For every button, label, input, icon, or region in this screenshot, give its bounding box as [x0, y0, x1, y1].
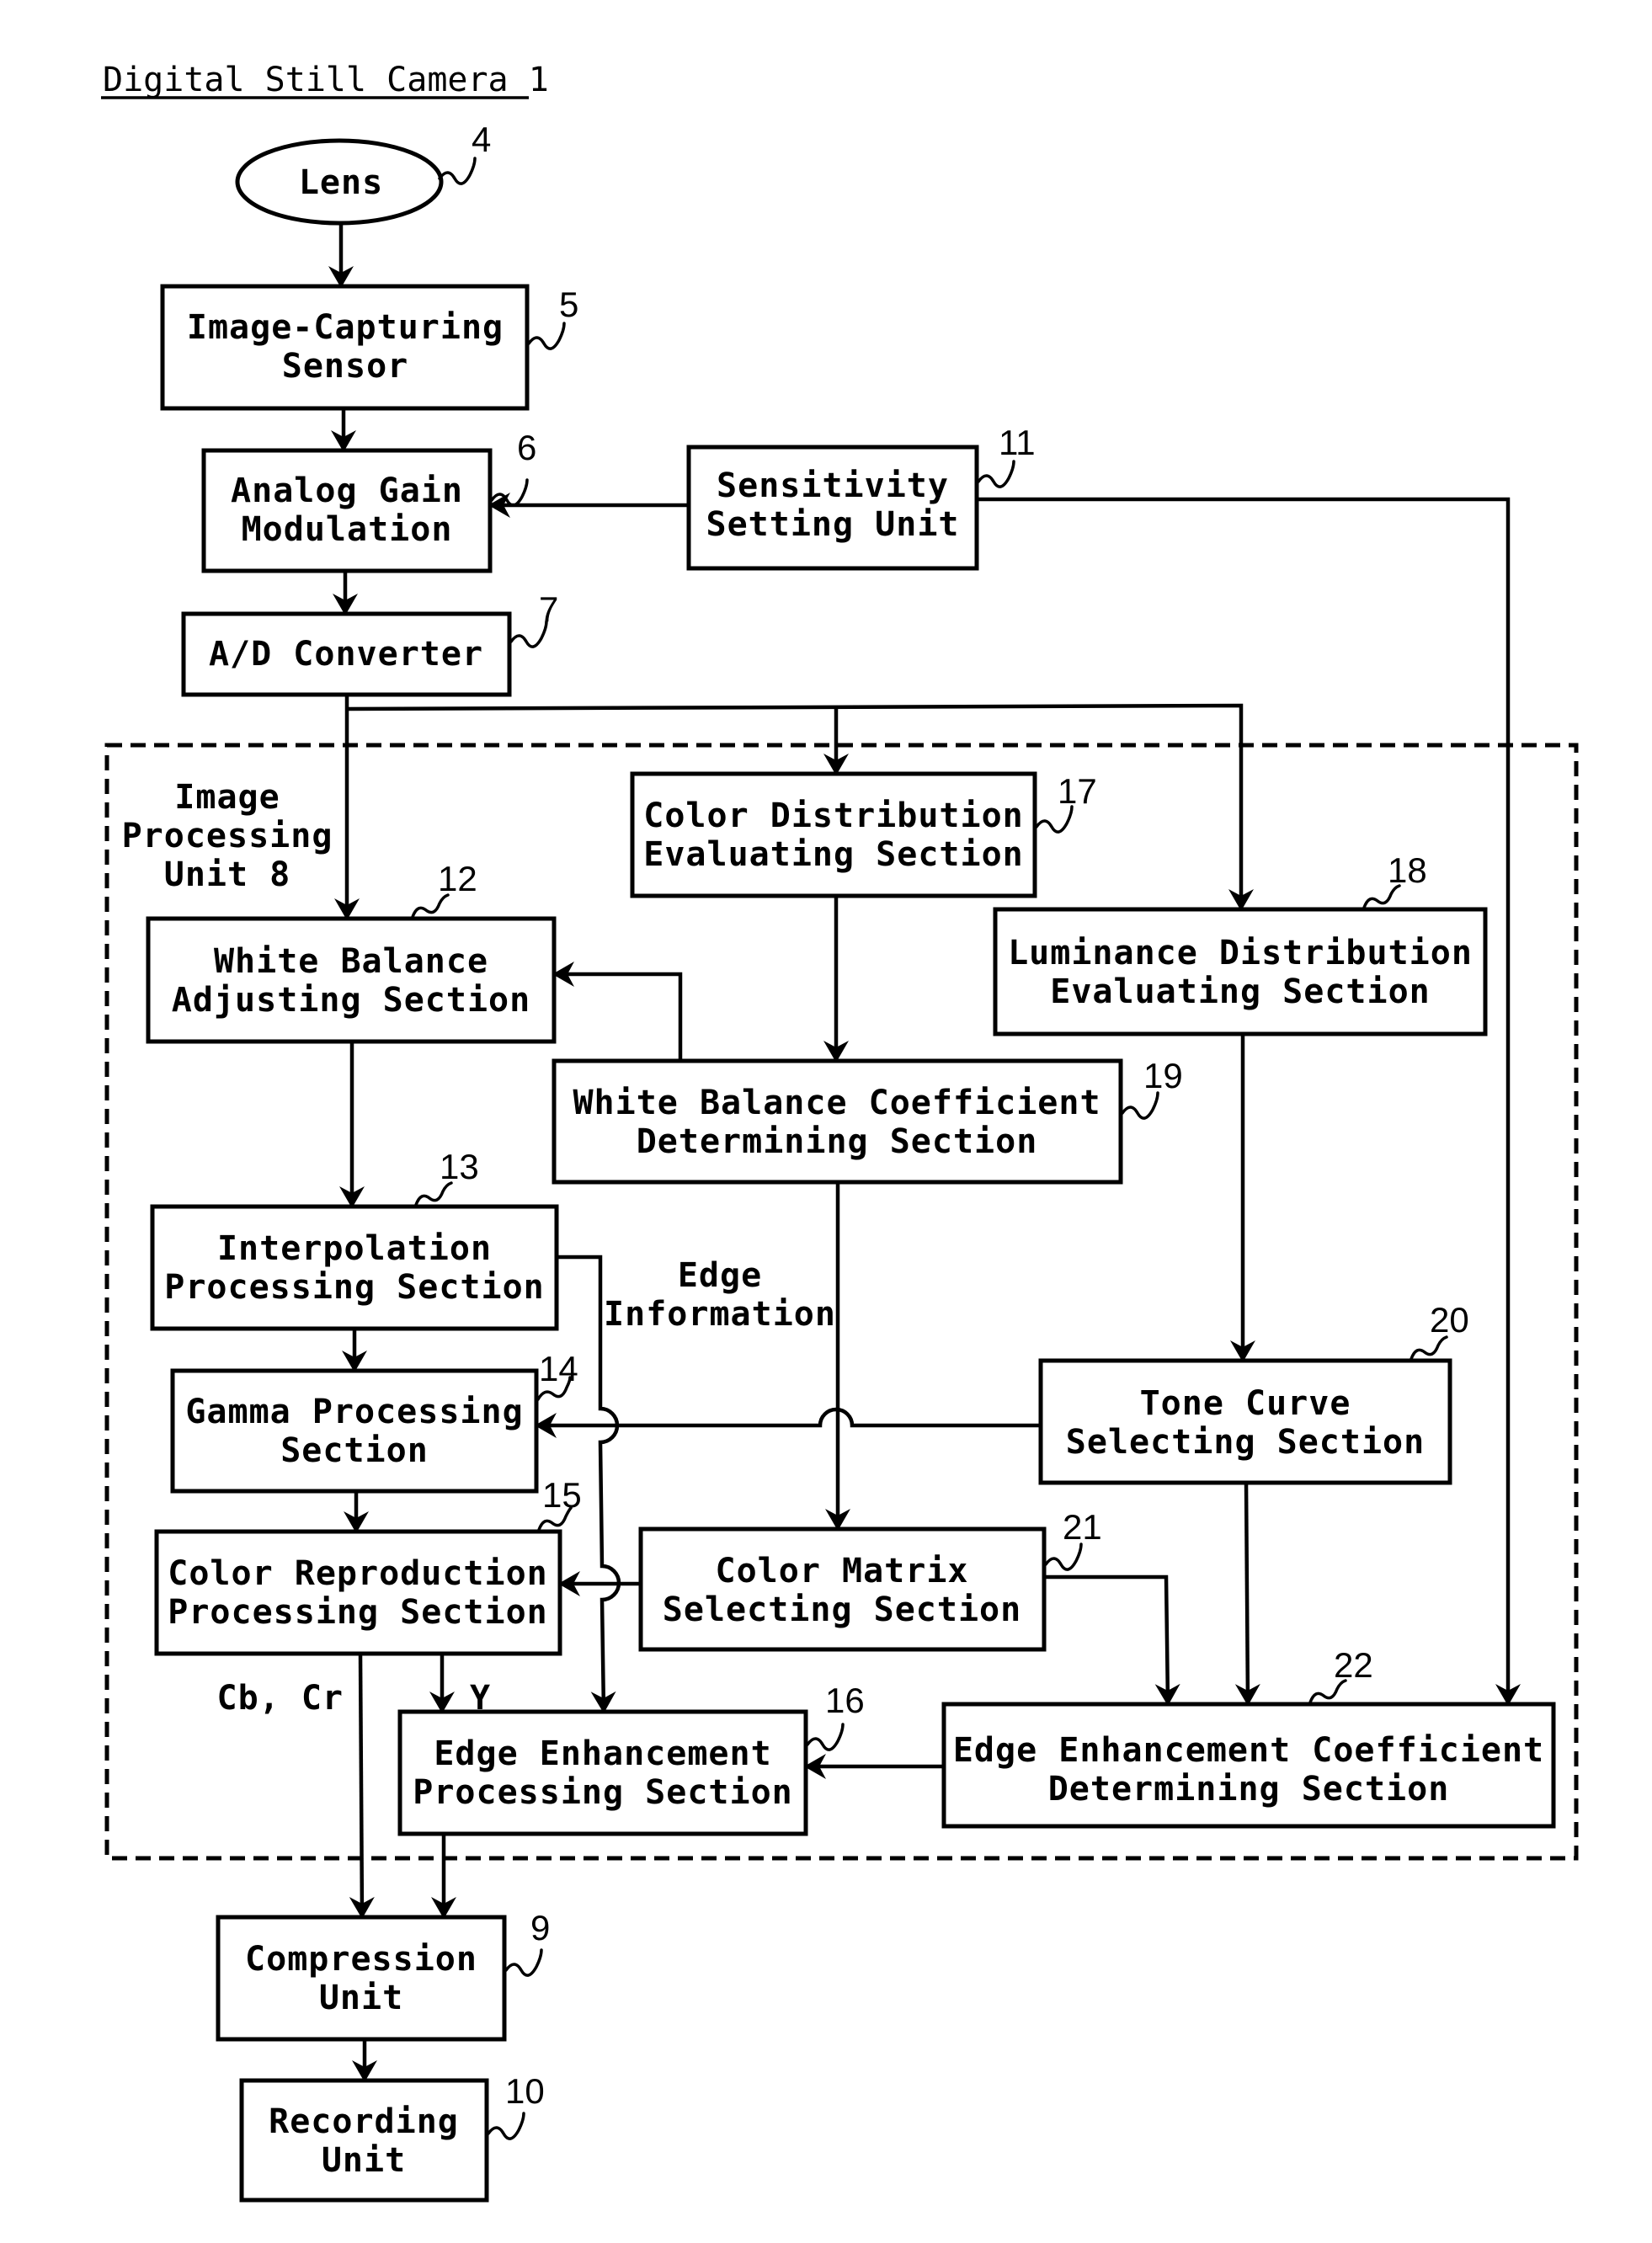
block-recording-unit: Recording Unit 10: [239, 2071, 545, 2203]
ref-number-14: 14: [539, 1349, 578, 1388]
ref-number-4: 4: [472, 120, 491, 159]
svg-text:Unit: Unit: [322, 2141, 406, 2180]
ref-number-11: 11: [999, 423, 1036, 462]
cbcr-label: Cb, Cr: [217, 1679, 344, 1718]
svg-text:Color Distribution: Color Distribution: [643, 797, 1023, 835]
ref-number-15: 15: [542, 1475, 582, 1515]
ref-leader-4: [438, 157, 477, 185]
svg-text:Color Matrix: Color Matrix: [716, 1552, 969, 1590]
svg-text:Edge Enhancement: Edge Enhancement: [434, 1734, 771, 1773]
ref-number-19: 19: [1143, 1056, 1183, 1095]
svg-text:Tone Curve: Tone Curve: [1140, 1384, 1351, 1423]
svg-text:Setting Unit: Setting Unit: [706, 505, 960, 544]
ref-number-20: 20: [1430, 1300, 1469, 1340]
svg-text:Sensitivity: Sensitivity: [717, 466, 949, 505]
svg-text:Determining Section: Determining Section: [1048, 1770, 1450, 1809]
svg-text:Luminance Distribution: Luminance Distribution: [1008, 934, 1473, 972]
arrow-cbcr-to-compression: [349, 1653, 375, 1919]
block-image-capturing-sensor: Image-Capturing Sensor 5: [160, 284, 578, 411]
ref-leader-9: [504, 1948, 543, 1977]
svg-text:Unit: Unit: [319, 1979, 403, 2017]
svg-text:Modulation: Modulation: [242, 510, 453, 549]
ref-number-13: 13: [440, 1147, 479, 1186]
ref-leader-5: [527, 322, 566, 350]
block-analog-gain-modulation: Analog Gain Modulation 6: [201, 428, 536, 573]
ref-leader-21: [1044, 1542, 1083, 1571]
svg-text:Adjusting Section: Adjusting Section: [172, 981, 530, 1020]
ref-number-16: 16: [825, 1681, 865, 1720]
svg-text:Edge Enhancement Coefficient: Edge Enhancement Coefficient: [953, 1731, 1544, 1770]
arrow-color-matrix-to-edge-coef: [1044, 1574, 1180, 1706]
block-interpolation-processing: Interpolation Processing Section 13: [150, 1147, 559, 1331]
svg-text:Processing Section: Processing Section: [168, 1593, 547, 1632]
ref-number-6: 6: [517, 428, 536, 467]
svg-text:Image: Image: [174, 778, 280, 817]
svg-text:Selecting Section: Selecting Section: [1066, 1423, 1425, 1462]
block-compression-unit: Compression Unit 9: [216, 1908, 550, 2042]
camera-block-diagram: Digital Still Camera 1 Image Processing …: [101, 61, 1579, 2203]
svg-text:Information: Information: [604, 1295, 836, 1334]
svg-text:Recording: Recording: [269, 2102, 459, 2141]
block-color-reproduction-processing: Color Reproduction Processing Section 15: [154, 1475, 582, 1656]
ref-number-12: 12: [438, 859, 477, 898]
svg-text:Image-Capturing: Image-Capturing: [187, 308, 504, 347]
svg-text:Edge: Edge: [678, 1256, 762, 1295]
ref-number-18: 18: [1388, 850, 1427, 890]
svg-text:White Balance Coefficient: White Balance Coefficient: [573, 1084, 1100, 1122]
ref-number-22: 22: [1334, 1645, 1373, 1685]
diagram-title: Digital Still Camera 1: [103, 61, 549, 99]
svg-text:Evaluating Section: Evaluating Section: [643, 835, 1023, 874]
svg-text:Evaluating Section: Evaluating Section: [1050, 972, 1430, 1011]
svg-text:Processing Section: Processing Section: [413, 1773, 792, 1812]
svg-text:Selecting Section: Selecting Section: [663, 1590, 1021, 1629]
svg-text:Analog Gain: Analog Gain: [231, 472, 463, 510]
svg-text:Compression: Compression: [245, 1940, 477, 1979]
ref-leader-19: [1121, 1091, 1159, 1120]
svg-text:Lens: Lens: [299, 163, 383, 202]
block-color-distribution-evaluating: Color Distribution Evaluating Section 17: [630, 771, 1097, 898]
svg-text:White Balance: White Balance: [214, 942, 488, 981]
svg-text:Interpolation: Interpolation: [217, 1229, 492, 1268]
ref-number-9: 9: [530, 1908, 550, 1947]
block-sensitivity-setting-unit: Sensitivity Setting Unit 11: [686, 423, 1036, 571]
block-lens: Lens 4: [235, 120, 491, 226]
arrow-wb-coef-to-wb-adjust: [552, 962, 683, 1061]
block-white-balance-coefficient-determining: White Balance Coefficient Determining Se…: [552, 1056, 1183, 1185]
ref-number-17: 17: [1058, 771, 1097, 811]
svg-text:Gamma Processing: Gamma Processing: [185, 1393, 523, 1431]
ref-number-21: 21: [1063, 1507, 1102, 1547]
ref-number-7: 7: [539, 589, 558, 629]
svg-text:Color Reproduction: Color Reproduction: [168, 1554, 547, 1593]
block-color-matrix-selecting: Color Matrix Selecting Section 21: [638, 1507, 1102, 1652]
svg-text:Processing: Processing: [122, 817, 333, 855]
arrow-tone-to-edge-coef: [1234, 1482, 1260, 1706]
svg-text:Processing Section: Processing Section: [164, 1268, 544, 1307]
ref-number-10: 10: [505, 2071, 545, 2111]
svg-text:Section: Section: [280, 1431, 429, 1470]
image-processing-unit-label: Image Processing Unit 8: [122, 778, 333, 894]
svg-text:Unit 8: Unit 8: [164, 855, 291, 894]
ref-leader-20: [1410, 1335, 1448, 1361]
block-gamma-processing: Gamma Processing Section 14: [170, 1349, 578, 1494]
ref-leader-11: [977, 460, 1015, 488]
block-ad-converter: A/D Converter 7: [181, 589, 558, 697]
edge-information-label: Edge Information: [604, 1256, 836, 1334]
ref-leader-10: [487, 2112, 525, 2140]
ref-leader-6: [490, 478, 529, 507]
ref-number-5: 5: [559, 285, 578, 324]
svg-text:Determining Section: Determining Section: [637, 1122, 1038, 1161]
svg-text:Sensor: Sensor: [282, 347, 409, 386]
svg-text:A/D Converter: A/D Converter: [209, 635, 483, 674]
ref-leader-16: [806, 1723, 845, 1751]
block-tone-curve-selecting: Tone Curve Selecting Section 20: [1038, 1300, 1469, 1485]
